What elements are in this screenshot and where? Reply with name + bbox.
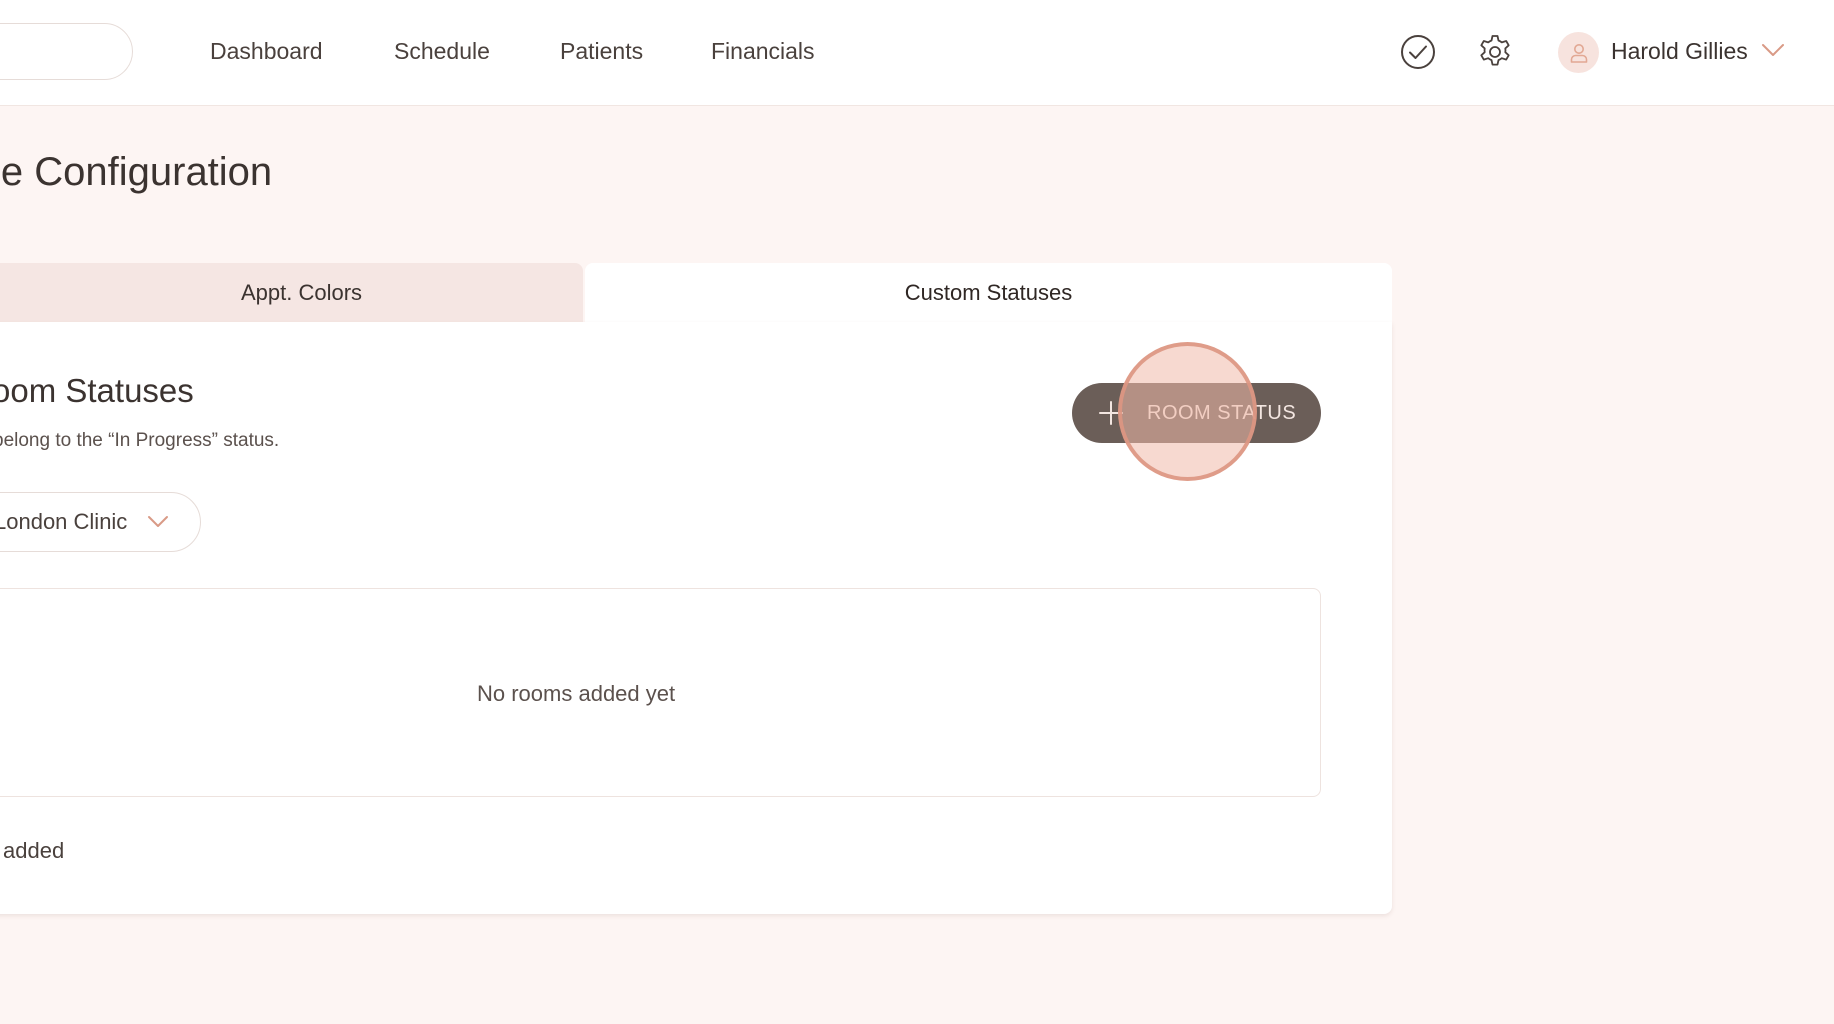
user-icon xyxy=(1570,43,1587,63)
chevron-down-icon[interactable] xyxy=(147,514,169,530)
empty-statuses-message: added xyxy=(3,838,65,863)
add-room-status-label: ROOM STATUS xyxy=(1147,402,1297,424)
chevron-down-icon[interactable] xyxy=(1761,42,1785,58)
check-circle-icon[interactable] xyxy=(1399,33,1437,71)
nav-dashboard[interactable]: Dashboard xyxy=(210,38,323,65)
plus-icon xyxy=(1098,400,1124,426)
nav-financials[interactable]: Financials xyxy=(711,38,815,65)
user-name[interactable]: Harold Gillies xyxy=(1611,38,1748,65)
clinic-select-value: London Clinic xyxy=(0,509,128,534)
tab-custom-statuses[interactable]: Custom Statuses xyxy=(585,263,1392,322)
page-title: le Configuration xyxy=(0,150,273,194)
section-title: oom Statuses xyxy=(0,372,194,409)
tab-appt-colors-label: Appt. Colors xyxy=(240,279,363,305)
section-description: belong to the “In Progress” status. xyxy=(0,430,280,451)
empty-rooms-message: No rooms added yet xyxy=(477,681,676,706)
avatar[interactable] xyxy=(1558,32,1599,73)
nav-schedule[interactable]: Schedule xyxy=(394,38,490,65)
configuration-tabs: Appt. Colors Custom Statuses xyxy=(0,263,1392,322)
top-navigation-bar: Dashboard Schedule Patients Financials H… xyxy=(0,0,1834,106)
gear-icon[interactable] xyxy=(1476,33,1514,71)
nav-patients[interactable]: Patients xyxy=(560,38,643,65)
tab-custom-statuses-label: Custom Statuses xyxy=(904,279,1073,305)
tab-appt-colors[interactable]: Appt. Colors xyxy=(0,263,583,322)
search-input[interactable] xyxy=(0,23,133,80)
